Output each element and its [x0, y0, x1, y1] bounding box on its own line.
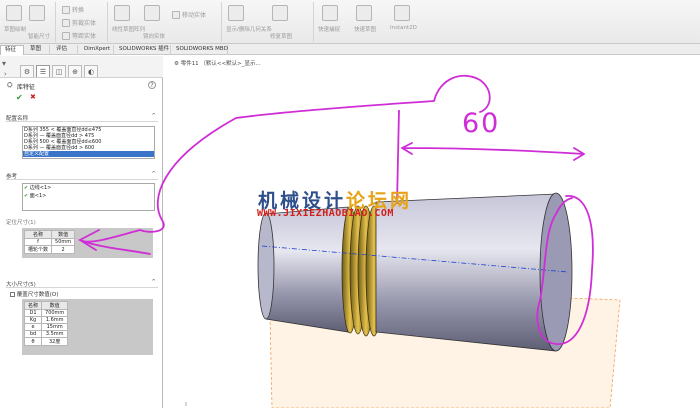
solidworks-window: 草图绘制 智能尺寸 转换 剪裁实体 等距实体 线性草图阵列 镜向实体 移动实体 … — [0, 0, 700, 408]
watermark-url: WWW.JIXIEZHAOBIAO.COM — [257, 208, 394, 219]
right-shaft-end-face[interactable] — [539, 192, 573, 352]
left-shaft[interactable] — [265, 206, 349, 333]
dimension-line — [401, 142, 585, 161]
handwritten-dimension-text: 60 — [462, 108, 501, 139]
left-shaft-end-face[interactable] — [257, 212, 275, 320]
right-shaft[interactable] — [375, 193, 557, 352]
